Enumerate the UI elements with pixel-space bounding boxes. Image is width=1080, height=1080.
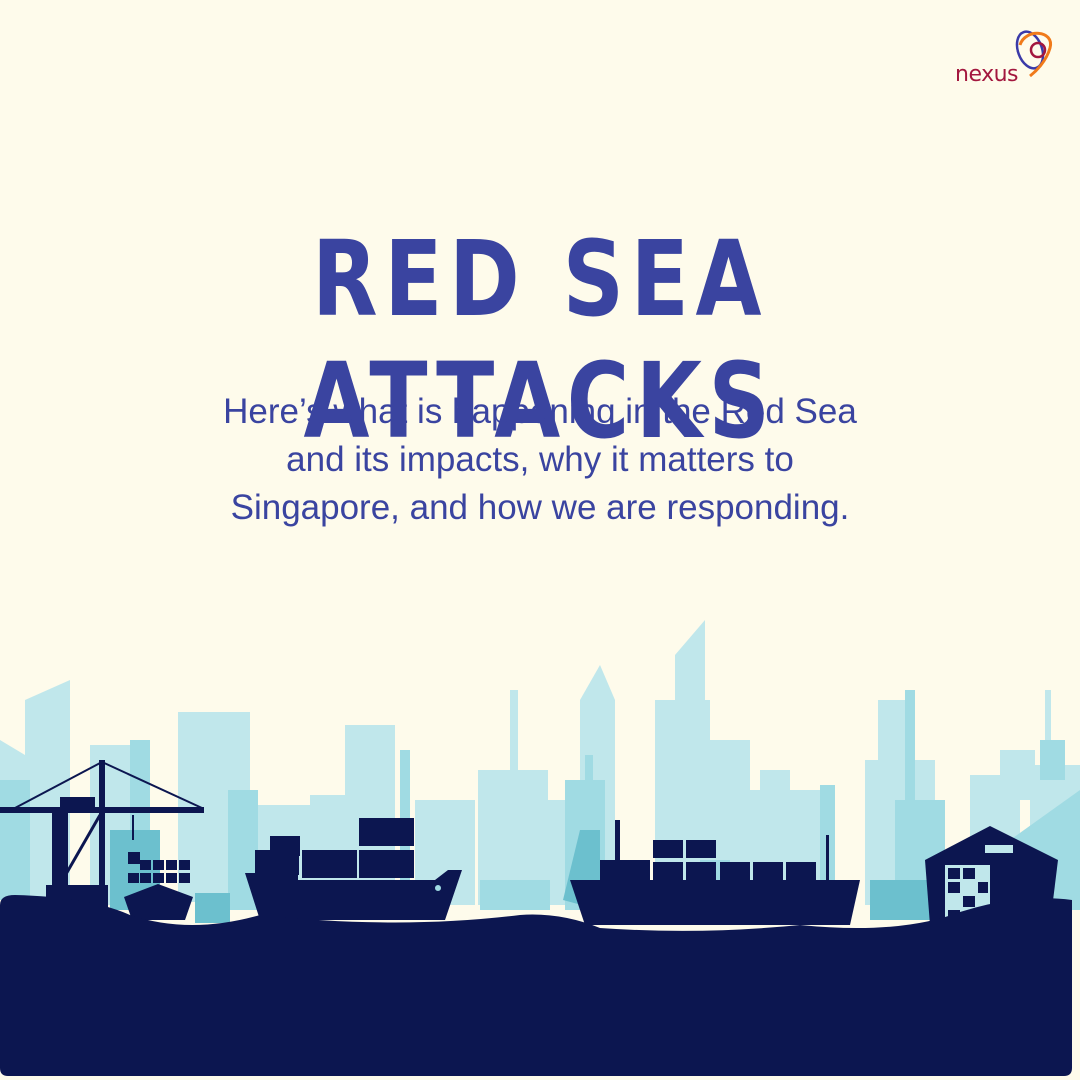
subtitle-line: and its impacts, why it matters to <box>286 440 794 479</box>
nexus-logo-text: nexus <box>955 62 1019 87</box>
subtitle-line: Here’s what is happening in the Red Sea <box>223 392 857 431</box>
sea-waves <box>0 895 1072 1076</box>
subtitle: Here’s what is happening in the Red Sea … <box>0 388 1080 532</box>
port-skyline-illustration <box>0 620 1080 1076</box>
subtitle-line: Singapore, and how we are responding. <box>230 488 850 527</box>
